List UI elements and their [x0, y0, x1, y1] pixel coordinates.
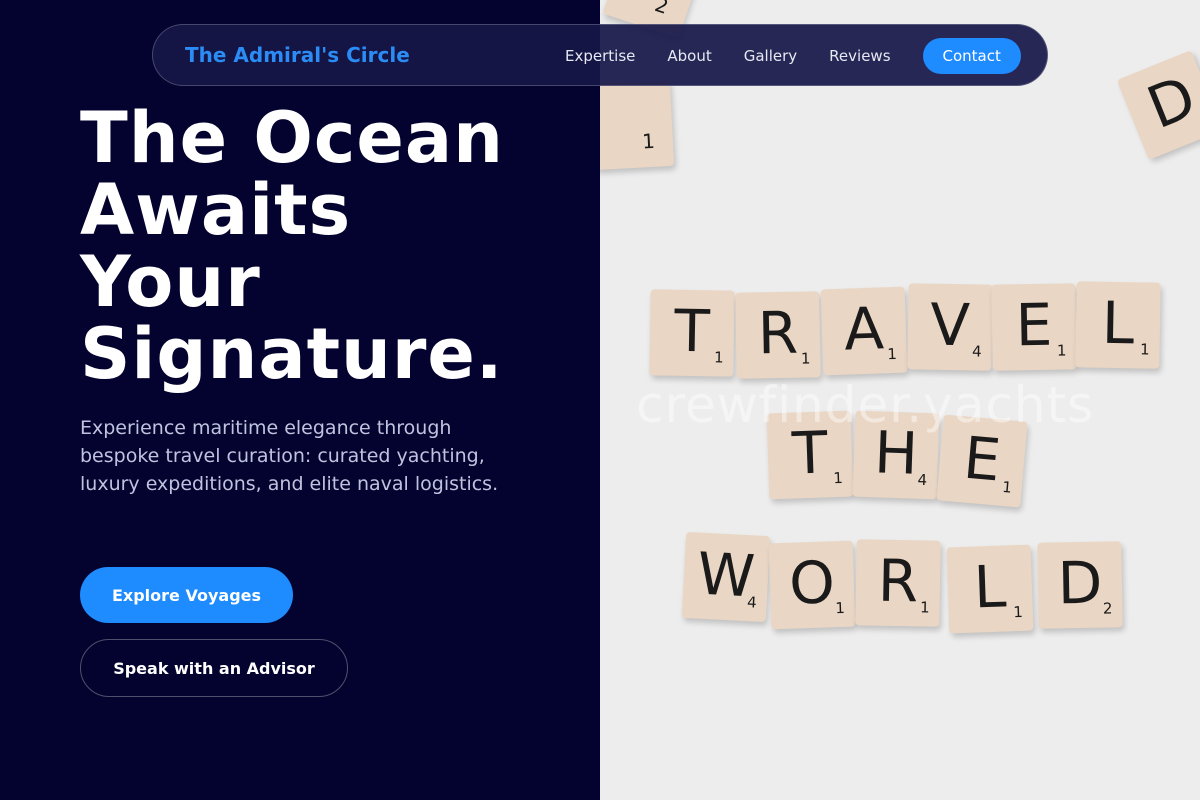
nav-links: Expertise About Gallery Reviews Contact	[565, 25, 1021, 87]
nav-link-gallery[interactable]: Gallery	[744, 47, 797, 65]
tile-score: 1	[800, 349, 811, 368]
tile-score: 2	[651, 0, 672, 19]
tile: D	[1116, 50, 1200, 160]
hero-title-line: Your	[80, 241, 261, 323]
tile: R 1	[735, 291, 821, 379]
tile-score: 2	[1102, 599, 1113, 618]
tile: E 1	[991, 283, 1077, 371]
hero-image: 1 2 D T 1 R 1 A 1 V 4 E 1 L 1 T 1 H 4 E …	[600, 0, 1200, 800]
tile: V 4	[907, 283, 993, 371]
tile-score: 1	[1139, 340, 1150, 359]
tile-score: 1	[919, 598, 930, 617]
tile-score: 1	[834, 598, 846, 618]
hero-title-line: The Ocean	[80, 97, 504, 179]
hero-title-line: Awaits	[80, 169, 352, 251]
tile: A 1	[820, 286, 908, 376]
nav-link-expertise[interactable]: Expertise	[565, 47, 635, 65]
navbar: The Admiral's Circle Expertise About Gal…	[152, 24, 1048, 86]
hero-title-line: Signature.	[80, 313, 504, 395]
tile-score: 1	[886, 344, 898, 364]
tile: L 1	[946, 544, 1034, 634]
tile-score: 1	[641, 128, 656, 154]
speak-with-advisor-button[interactable]: Speak with an Advisor	[80, 639, 348, 697]
tile: R 1	[855, 539, 941, 627]
tile-score: 4	[917, 470, 928, 490]
hero-title: The Ocean Awaits Your Signature.	[80, 102, 580, 390]
tile: T 1	[649, 289, 735, 377]
hero-description: Experience maritime elegance through bes…	[80, 417, 499, 495]
explore-voyages-button[interactable]: Explore Voyages	[80, 567, 293, 623]
tile: W 4	[681, 531, 771, 623]
tile-score: 1	[713, 348, 724, 367]
tile-letter: D	[1137, 62, 1200, 143]
tile: L 1	[1075, 281, 1161, 369]
tile-score: 1	[1012, 602, 1024, 622]
tile: D 2	[1037, 541, 1123, 629]
contact-button[interactable]: Contact	[922, 38, 1021, 74]
nav-link-about[interactable]: About	[667, 47, 711, 65]
tile-score: 1	[1056, 341, 1067, 360]
tile-score: 4	[971, 342, 982, 361]
nav-link-reviews[interactable]: Reviews	[829, 47, 890, 65]
tile: 1	[600, 79, 675, 171]
tile-score: 1	[832, 468, 844, 488]
image-watermark: crewfinder.yachts	[636, 376, 1095, 434]
tile-score: 1	[1001, 477, 1013, 497]
brand-logo[interactable]: The Admiral's Circle	[185, 43, 410, 67]
tile: O 1	[768, 540, 856, 630]
tile-score: 4	[746, 593, 758, 612]
